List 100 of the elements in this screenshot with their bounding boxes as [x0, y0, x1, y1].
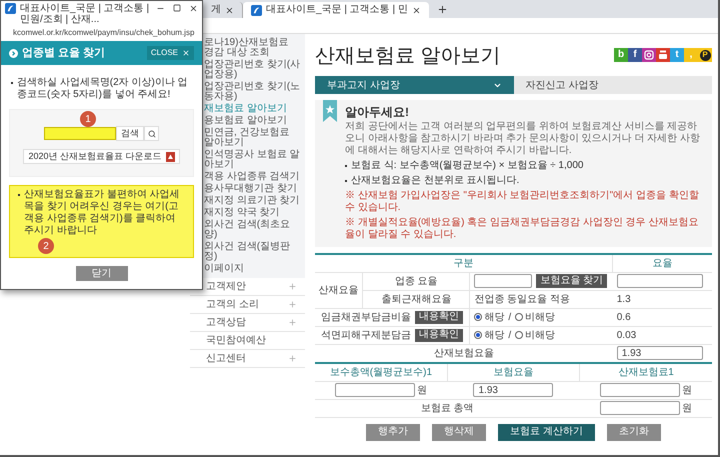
pdf-icon [166, 152, 175, 162]
tab-title: 게 [211, 5, 221, 15]
submenu-item[interactable]: 이페이지 [204, 264, 301, 274]
table-cell: 보험료 총액 [315, 399, 580, 417]
submenu-item[interactable]: 인석명공사 보험료 알아보기 [204, 150, 301, 170]
search-icon [148, 130, 156, 138]
step-marker: 1 [80, 111, 96, 127]
input-field[interactable] [616, 274, 703, 288]
submenu-item[interactable]: 용사무대행기관 찾기 [204, 184, 301, 194]
submenu-item[interactable]: 로나19)산재보험료 경감 대상 조회 [204, 38, 301, 58]
row-label: 임금채권부담금비율 [321, 310, 412, 324]
new-tab-icon[interactable] [436, 4, 448, 15]
formula-note: 산재보험요율은 천분위로 표시됩니다. [351, 175, 520, 187]
search-field[interactable] [44, 127, 116, 140]
unit-label: 원 [417, 384, 428, 398]
submenu-item[interactable]: 용보험료 알아보기 [204, 116, 301, 126]
menu-label: 신고센터 [206, 352, 246, 366]
youtube-icon[interactable] [656, 48, 670, 62]
input-field[interactable] [335, 383, 416, 397]
submenu-item[interactable]: 외사건 검색(최초요양) [204, 220, 301, 240]
details-button[interactable]: 내용확인 [415, 328, 464, 342]
menu-item[interactable]: 국민참여예산 [190, 332, 305, 350]
download-button[interactable]: 2020년 산재보험료율표 다운로드 [23, 149, 180, 164]
input-field[interactable] [600, 383, 680, 397]
table-cell: 0.6 [612, 308, 712, 326]
menu-label: 고객상담 [206, 316, 246, 330]
submenu-item[interactable]: 객용 사업종류 검색기 [204, 172, 301, 182]
site-logo-icon [251, 4, 262, 16]
notice-heading: 알아두세요! [345, 106, 410, 118]
close-icon [182, 49, 190, 57]
url-text: kcomwel.or.kr/kcomwel/paym/insu/chek_bohum.jsp [13, 29, 194, 37]
close-icon[interactable] [412, 6, 421, 14]
unit-label: 원 [682, 402, 692, 416]
menu-item[interactable]: 고객의 소리 [190, 296, 305, 314]
arrow-circle-icon [9, 48, 18, 58]
browser-tab[interactable]: 대표사이트_국문 | 고객소통 | 민 [243, 2, 429, 18]
notice-link-text[interactable]: 산재보험요율표가 불편하여 사업세목을 찾기 어려우신 경우는 여기(고객용 사업종류 검색기)를 클릭하여 주시기 바랍니다 [24, 189, 185, 237]
submenu-item[interactable]: 재보험료 알아보기 [204, 104, 301, 114]
unit-label: 원 [682, 384, 692, 398]
site-logo-icon [5, 3, 16, 14]
menu-label: 고객제안 [206, 280, 246, 294]
row-label: 석면피해구제분담금 [321, 328, 412, 342]
submenu-item[interactable]: 민연금, 건강보험료 알아보기 [204, 128, 301, 148]
menu-item[interactable]: 신고센터 [190, 350, 305, 368]
warning-note: ※ 개별실적요율(예방요율) 혹은 임금채권부담금경감 사업장인 경우 산재보험요율이 달라질 수 있습니다. [345, 217, 700, 241]
input-field[interactable] [600, 401, 680, 415]
radio-button[interactable] [515, 331, 524, 339]
radio-button[interactable] [515, 313, 524, 321]
menu-label: 국민참여예산 [206, 334, 266, 348]
input-field[interactable] [474, 274, 532, 288]
tab[interactable]: 부과고지 사업장 [315, 76, 514, 94]
radio-button[interactable] [474, 313, 482, 321]
close-dialog-button[interactable]: 닫기 [76, 266, 128, 281]
notice-text: 저희 공단에서는 고객 여러분의 업무편의를 위하여 보험료계산 서비스를 제공하오니 아래사항을 참고하시기 바라며 추가 문의사항이 있으시거나 더 자세한 사항에 대해서는 해당지사로 연락하여 주시기 바랍니다. [345, 121, 702, 157]
input-field[interactable]: 1.93 [616, 346, 703, 360]
table-cell: 전업종 동일요율 적용 [470, 290, 613, 308]
column-header: 보험요율 [447, 363, 580, 381]
close-button[interactable]: CLOSE [146, 46, 194, 60]
search-icon-button[interactable] [144, 126, 159, 141]
search-button[interactable]: 검색 [116, 126, 144, 141]
submenu-item[interactable]: 재지정 의료기관 찾기 [204, 196, 301, 206]
page-title: 산재보험료 알아보기 [315, 44, 501, 68]
close-icon[interactable] [225, 6, 234, 14]
find-rate-button[interactable]: 보험요율 찾기 [536, 274, 608, 288]
input-field[interactable]: 1.93 [473, 383, 554, 397]
tab[interactable]: 자진신고 사업장 [514, 76, 712, 94]
column-header: 요율 [612, 254, 712, 272]
table-cell: 산재요율 [315, 272, 363, 308]
maximize-icon[interactable] [173, 4, 181, 12]
submenu-item[interactable]: 외사건 검색(질병판정) [204, 242, 301, 262]
table-cell: 산재보험요율 [315, 344, 613, 362]
column-header: 보수총액(월평균보수)1 [315, 363, 448, 381]
separator: / [508, 310, 512, 324]
column-header: 구분 [315, 254, 613, 272]
radio-label: 비해당 [525, 310, 556, 324]
submenu-item[interactable]: 업장관리번호 찾기(사업장용) [204, 60, 301, 80]
warning-note: ※ 산재보험 가입사업장은 "우리회사 보험관리번호조회하기"에서 업종을 확인할 수 있습니다. [345, 190, 700, 214]
radio-label: 해당 [484, 328, 504, 342]
table-cell: 0.03 [612, 326, 712, 344]
instagram-icon[interactable] [642, 48, 656, 62]
column-header: 산재보험료1 [580, 363, 712, 381]
submenu-item[interactable]: 업장관리번호 찾기(노동자용) [204, 82, 301, 102]
radio-label: 해당 [484, 310, 504, 324]
social-link[interactable]: P [698, 48, 712, 62]
submenu-item[interactable]: 재지정 약국 찾기 [204, 208, 301, 218]
menu-label: 고객의 소리 [206, 298, 259, 312]
window-title: 대표사이트_국문 | 고객소통 | 민원/조회 | 산재... [20, 3, 150, 25]
radio-button[interactable] [474, 331, 482, 339]
formula-note: 보험료 식: 보수총액(월평균보수) × 보험요율 ÷ 1,000 [351, 160, 584, 172]
social-link[interactable]: f [628, 48, 642, 62]
radio-label: 비해당 [525, 328, 556, 342]
table-cell: 출퇴근재해요율 [362, 290, 470, 308]
step-marker: 2 [38, 238, 54, 254]
menu-item[interactable]: 고객상담 [190, 314, 305, 332]
instruction-text: 검색하실 사업세목명(2자 이상)이나 업종코드(숫자 5자리)를 넣어 주세요! [17, 77, 189, 101]
action-button[interactable]: 보험료 계산하기 [498, 424, 595, 440]
table-cell: 1.3 [612, 290, 712, 308]
popup-title: 업종별 요율 찾기 [22, 46, 106, 61]
close-icon[interactable] [189, 4, 198, 13]
details-button[interactable]: 내용확인 [415, 310, 464, 324]
